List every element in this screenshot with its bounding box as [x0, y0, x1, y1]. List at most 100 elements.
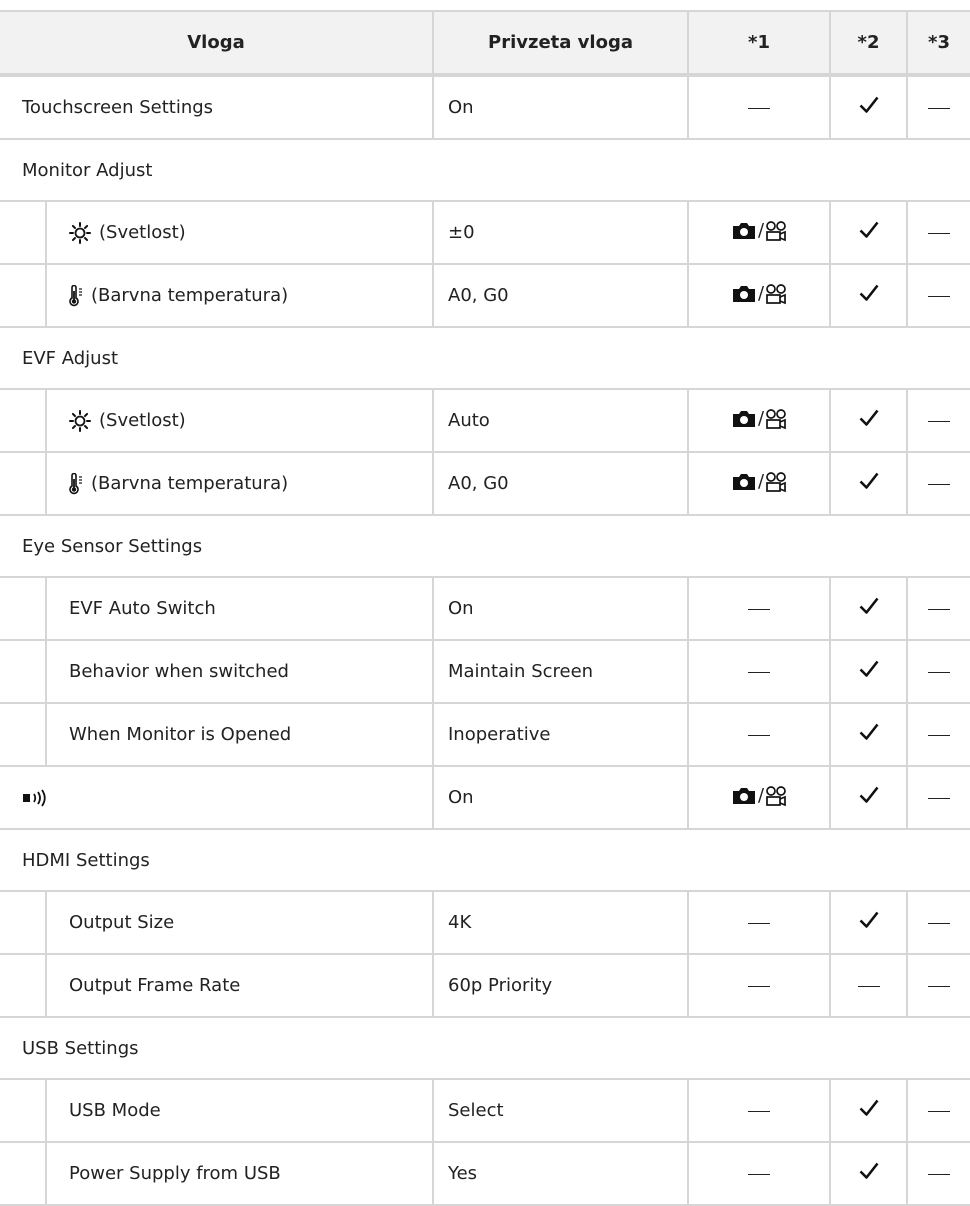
still-movie-icon: /	[731, 220, 787, 242]
setting-name-cell: Output Frame Rate	[0, 954, 434, 1018]
camera-icon	[732, 222, 755, 239]
camera-icon	[732, 285, 755, 302]
col-s1-cell	[688, 703, 831, 767]
indent-bar	[0, 955, 47, 1016]
group-row: USB Settings	[0, 1017, 970, 1080]
slash-separator: /	[757, 220, 765, 241]
slash-separator: /	[757, 408, 765, 429]
dash-mark	[748, 1110, 770, 1112]
table-row: (Svetlost) Auto /	[0, 389, 970, 453]
col-s1-cell: /	[688, 766, 831, 830]
col-s1-cell	[688, 75, 831, 140]
col-s3-cell	[907, 766, 970, 830]
indent-bar	[0, 641, 47, 702]
setting-name-cell: USB Mode	[0, 1079, 434, 1143]
default-value: 60p Priority	[433, 954, 689, 1018]
default-value: On	[433, 577, 689, 641]
default-value: Select	[433, 1079, 689, 1143]
still-movie-icon: /	[731, 471, 787, 493]
col-s2-cell	[830, 201, 908, 265]
setting-label: Touchscreen Settings	[22, 97, 214, 118]
indent-bar	[0, 704, 47, 765]
camera-icon	[732, 473, 755, 490]
table-row: Behavior when switched Maintain Screen	[0, 640, 970, 704]
setting-name-cell: (Barvna temperatura)	[0, 452, 434, 516]
still-movie-icon: /	[731, 283, 787, 305]
settings-table: Vloga Privzeta vloga *1 *2 *3 Touchscree…	[0, 10, 970, 1206]
setting-name-cell: Behavior when switched	[0, 640, 434, 704]
table-row: When Monitor is Opened Inoperative	[0, 703, 970, 767]
dash-mark	[748, 671, 770, 673]
indent-bar	[0, 892, 47, 953]
group-row: EVF Adjust	[0, 327, 970, 390]
setting-label: (Barvna temperatura)	[91, 285, 289, 306]
col-s3-cell	[907, 389, 970, 453]
check-icon	[859, 660, 879, 677]
group-label: Monitor Adjust	[0, 139, 970, 202]
setting-name-cell: Output Size	[0, 891, 434, 955]
dash-mark	[928, 985, 950, 987]
default-value: A0, G0	[433, 264, 689, 328]
dash-mark	[928, 420, 950, 422]
check-icon	[859, 409, 879, 426]
indent-bar	[0, 1143, 47, 1204]
check-icon	[859, 96, 879, 113]
setting-label: (Svetlost)	[99, 410, 186, 431]
col-s2-cell	[830, 640, 908, 704]
indent-bar	[0, 202, 47, 263]
check-icon	[859, 221, 879, 238]
header-s2: *2	[830, 10, 908, 77]
setting-name-cell: Power Supply from USB	[0, 1142, 434, 1206]
col-s3-cell	[907, 703, 970, 767]
table-body: Touchscreen Settings On Monitor Adjust (Sve…	[0, 75, 970, 1206]
setting-name-cell: EVF Auto Switch	[0, 577, 434, 641]
group-label: HDMI Settings	[0, 829, 970, 892]
col-s2-cell	[830, 577, 908, 641]
col-s3-cell	[907, 1079, 970, 1143]
group-row: HDMI Settings	[0, 829, 970, 892]
movie-icon	[766, 408, 786, 429]
slash-separator: /	[757, 785, 765, 806]
dash-mark	[928, 608, 950, 610]
col-s2-cell	[830, 1142, 908, 1206]
indent-bar	[0, 390, 47, 451]
group-row: Eye Sensor Settings	[0, 515, 970, 578]
col-s1-cell	[688, 1142, 831, 1206]
table-row: Touchscreen Settings On	[0, 75, 970, 140]
col-s2-cell	[830, 891, 908, 955]
setting-name-cell: (Barvna temperatura)	[0, 264, 434, 328]
col-s2-cell	[830, 389, 908, 453]
dash-mark	[857, 985, 880, 987]
dash-mark	[928, 107, 950, 109]
col-s2-cell	[830, 703, 908, 767]
group-label: EVF Adjust	[0, 327, 970, 390]
table-row: (Barvna temperatura) A0, G0 /	[0, 452, 970, 516]
col-s1-cell: /	[688, 389, 831, 453]
indent-bar	[0, 265, 47, 326]
check-icon	[859, 1099, 879, 1116]
table-row: USB Mode Select	[0, 1079, 970, 1143]
dash-mark	[928, 295, 950, 297]
col-s1-cell: /	[688, 201, 831, 265]
default-value: Inoperative	[433, 703, 689, 767]
check-icon	[859, 597, 879, 614]
dash-mark	[748, 608, 770, 610]
check-icon	[859, 284, 879, 301]
movie-icon	[766, 220, 786, 241]
col-s1-cell: /	[688, 264, 831, 328]
dash-mark	[928, 232, 950, 234]
group-label: Eye Sensor Settings	[0, 515, 970, 578]
default-value: ±0	[433, 201, 689, 265]
dash-mark	[928, 922, 950, 924]
default-value: 4K	[433, 891, 689, 955]
setting-label: Power Supply from USB	[69, 1163, 281, 1184]
setting-name-cell: When Monitor is Opened	[0, 703, 434, 767]
setting-label: Behavior when switched	[69, 661, 289, 682]
setting-name-cell: (Svetlost)	[0, 201, 434, 265]
table-row: EVF Auto Switch On	[0, 577, 970, 641]
brightness-icon	[69, 221, 91, 244]
default-value: On	[433, 766, 689, 830]
col-s1-cell: /	[688, 452, 831, 516]
col-s1-cell	[688, 1079, 831, 1143]
dash-mark	[928, 734, 950, 736]
